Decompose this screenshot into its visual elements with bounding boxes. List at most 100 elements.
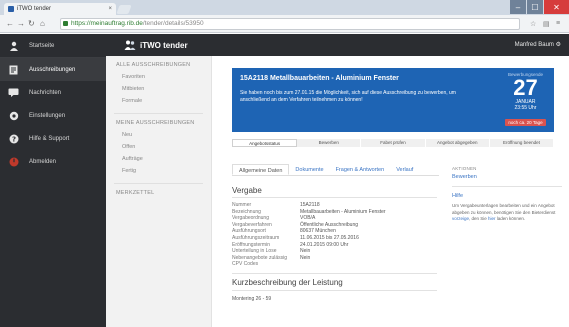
- sidebar-item-hilfe[interactable]: ? Hilfe & Support: [0, 127, 106, 150]
- tender-banner: 15A2118 Metallbauarbeiten - Aluminium Fe…: [232, 68, 554, 132]
- kurzbeschreibung-text: Montering 26 - 59: [232, 296, 272, 302]
- close-tab-icon[interactable]: ×: [108, 3, 112, 15]
- sidebar-item-label: Hilfe & Support: [29, 135, 70, 142]
- detail-row: Bezeichnung Metallbauarbeiten - Aluminium…: [232, 208, 386, 215]
- home-icon[interactable]: ⌂: [40, 19, 45, 29]
- brand[interactable]: iTWO tender: [124, 39, 188, 51]
- address-bar: ← → ↻ ⌂ https://meinauftrag.rib.de/tende…: [0, 15, 569, 33]
- sidebar-item-label: Einstellungen: [29, 112, 66, 119]
- help-icon: ?: [8, 133, 19, 144]
- main-content: 15A2118 Metallbauarbeiten - Aluminium Fe…: [212, 56, 569, 327]
- step-angebotsstatus: Angebotsstatus: [232, 139, 298, 147]
- extension-icon[interactable]: ▤: [543, 20, 550, 28]
- help-link[interactable]: Hilfe: [452, 193, 562, 199]
- browser-tabbar: iTWO tender × – ☐ ✕: [0, 0, 569, 15]
- tab-fragen-antworten[interactable]: Fragen & Antworten: [330, 164, 391, 175]
- deadline-day: 27: [513, 75, 538, 100]
- detail-row: Vergabeordnung VOB/A: [232, 215, 316, 222]
- app-header: iTWO tender Manfred Baum ⚙: [106, 34, 569, 56]
- nav-link-neu[interactable]: Neu: [106, 129, 211, 141]
- url-path: /tender/details/53950: [142, 20, 204, 27]
- remaining-badge: noch ca. 20 Tage: [505, 119, 546, 126]
- detail-row: CPV Codes: [232, 261, 259, 268]
- tab-title: iTWO tender: [17, 6, 52, 12]
- url-field[interactable]: https://meinauftrag.rib.de/tender/detail…: [60, 18, 520, 30]
- apply-link[interactable]: Bewerben: [452, 174, 562, 180]
- section-vergabe-title: Vergabe: [232, 186, 262, 195]
- deadline-box: Bewerbungsende 27 JANUAR 23:55 Uhr noch …: [503, 72, 548, 129]
- sidebar-item-abmelden[interactable]: Abmelden: [0, 150, 106, 173]
- brand-name: iTWO tender: [140, 40, 188, 50]
- gear-icon[interactable]: ⚙: [556, 42, 561, 48]
- nav-link-fertig[interactable]: Fertig: [106, 165, 211, 177]
- step-abgegeben: Angebot abgegeben: [425, 139, 490, 147]
- favicon-icon: [8, 6, 14, 12]
- power-icon: [8, 156, 19, 167]
- detail-row: Ausführungsort 80637 München: [232, 228, 336, 235]
- divider: [232, 197, 437, 198]
- actions-panel: AKTIONEN Bewerben Hilfe Um Vergabeunterl…: [452, 166, 562, 223]
- detail-row: Unterteilung in Lose Nein: [232, 248, 311, 255]
- minimize-button[interactable]: –: [510, 0, 526, 14]
- divider: [452, 186, 562, 187]
- bookmark-star-icon[interactable]: ☆: [530, 20, 536, 28]
- tender-title: 15A2118 Metallbauarbeiten - Aluminium Fe…: [240, 75, 399, 82]
- tender-description: Sie haben noch bis zum 27.01.15 die Mögl…: [240, 90, 456, 103]
- detail-tabs: Allgemeine Daten Dokumente Fragen & Antw…: [232, 164, 439, 176]
- forward-icon[interactable]: →: [17, 19, 25, 29]
- deadline-time: 23:55 Uhr: [514, 105, 537, 111]
- divider: [232, 290, 437, 291]
- tab-dokumente[interactable]: Dokumente: [289, 164, 329, 175]
- close-window-button[interactable]: ✕: [544, 0, 569, 14]
- sidebar-item-startseite[interactable]: Startseite: [0, 34, 106, 57]
- vergabe-details: Nummer 15A2118 Bezeichnung Metallbauarbeit…: [232, 202, 432, 268]
- step-eroeffnung: Eröffnung beendet: [489, 139, 555, 147]
- here-link[interactable]: hier: [488, 216, 496, 221]
- detail-row: Nummer 15A2118: [232, 202, 320, 208]
- nav-link-favoriten[interactable]: Favoriten: [106, 71, 211, 83]
- lock-icon: [63, 21, 68, 26]
- sidebar-item-nachrichten[interactable]: Nachrichten: [0, 81, 106, 104]
- message-icon: [8, 87, 19, 98]
- status-steps: Angebotsstatus Bewerben Fabet prüfen Ang…: [232, 139, 555, 147]
- actions-label: AKTIONEN: [452, 166, 477, 171]
- new-tab-button[interactable]: [116, 5, 132, 14]
- sidebar-item-label: Startseite: [29, 42, 55, 49]
- sidebar-item-label: Ausschreibungen: [29, 66, 76, 73]
- url-domain: https://meinauftrag.rib.de: [71, 20, 143, 27]
- user-name: Manfred Baum: [514, 42, 554, 48]
- nav-section-mine[interactable]: MEINE AUSSCHREIBUNGEN: [106, 114, 211, 129]
- nav-link-formale[interactable]: Formale: [106, 95, 211, 107]
- section-kurzbeschreibung-title: Kurzbeschreibung der Leistung: [232, 278, 343, 287]
- document-icon: [8, 64, 19, 75]
- browser-tab[interactable]: iTWO tender ×: [4, 3, 116, 15]
- gear-icon: [8, 110, 19, 121]
- nav-section-merkzettel[interactable]: MERKZETTEL: [106, 184, 211, 199]
- nav-link-auftraege[interactable]: Aufträge: [106, 153, 211, 165]
- detail-row: Nebenangebote zulässig Nein: [232, 254, 311, 261]
- download-link[interactable]: vorzeige: [452, 216, 469, 221]
- maximize-button[interactable]: ☐: [527, 0, 543, 14]
- menu-icon[interactable]: ≡: [556, 20, 560, 27]
- sidebar-item-label: Nachrichten: [29, 89, 62, 96]
- nav-link-mitbieten[interactable]: Mitbieten: [106, 83, 211, 95]
- app-sidebar: Startseite Ausschreibungen Nachrichten E…: [0, 34, 106, 327]
- step-bewerben: Bewerben: [297, 139, 362, 147]
- step-pruefen: Fabet prüfen: [361, 139, 426, 147]
- tab-verlauf[interactable]: Verlauf: [390, 164, 419, 175]
- nav-link-offen[interactable]: Offen: [106, 141, 211, 153]
- detail-row: Eröffnungstermin 24.01.2015 09:00 Uhr: [232, 241, 349, 248]
- user-icon: [8, 40, 19, 51]
- user-menu[interactable]: Manfred Baum ⚙: [515, 41, 561, 48]
- tab-allgemeine-daten[interactable]: Allgemeine Daten: [232, 164, 290, 175]
- reload-icon[interactable]: ↻: [28, 19, 35, 29]
- sidebar-item-ausschreibungen[interactable]: Ausschreibungen: [0, 58, 106, 81]
- help-text: Um Vergabeunterlagen bearbeiten und ein …: [452, 203, 556, 221]
- detail-row: Vergabeverfahren Öffentliche Ausschreibun…: [232, 221, 359, 228]
- nav-section-all[interactable]: ALLE AUSSCHREIBUNGEN: [106, 56, 211, 71]
- secondary-nav: ALLE AUSSCHREIBUNGEN Favoriten Mitbieten…: [106, 56, 212, 327]
- back-icon[interactable]: ←: [6, 19, 14, 29]
- sidebar-item-einstellungen[interactable]: Einstellungen: [0, 104, 106, 127]
- sidebar-item-label: Abmelden: [29, 158, 57, 165]
- people-logo-icon: [124, 40, 136, 50]
